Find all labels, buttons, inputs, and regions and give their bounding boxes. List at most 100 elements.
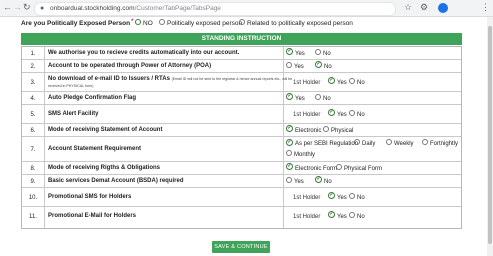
radio-checked-icon[interactable]: ✓	[286, 93, 293, 101]
option-label: Yes	[294, 63, 304, 70]
extensions-icon[interactable]: ⚙	[420, 2, 428, 13]
option-electronic[interactable]: ✓ Electronic	[286, 125, 322, 136]
option-label: No	[357, 79, 365, 86]
instruction-row: 8. Mode of receiving Rigths & Obligations…	[22, 162, 461, 175]
option-as-per-sebi-regulation[interactable]: ✓ As per SEBI Regulation	[286, 138, 358, 149]
radio-selected-icon[interactable]	[135, 19, 141, 26]
option-label: Electronic Form	[295, 165, 338, 172]
radio-icon[interactable]	[159, 19, 165, 26]
option-no[interactable]: No	[349, 192, 365, 203]
radio-icon[interactable]	[354, 139, 360, 146]
option-no[interactable]: ✓ No	[315, 61, 332, 72]
row-label-text: Mode of receiving Rigths & Obligations	[48, 165, 161, 171]
row-label: Mode of receiving Statement of Account	[48, 127, 298, 134]
save-and-continue-button[interactable]: SAVE & CONTINUE	[212, 241, 270, 253]
pep-option-no-label: NO	[143, 20, 153, 27]
option-yes[interactable]: ✓ Yes	[286, 93, 305, 104]
option-physical-form[interactable]: Physical Form	[336, 163, 382, 174]
radio-checked-icon[interactable]: ✓	[328, 77, 335, 85]
option-yes[interactable]: ✓ Yes	[328, 109, 347, 120]
option-no[interactable]: No	[349, 211, 365, 222]
row-number: 8.	[30, 165, 36, 172]
option-no[interactable]: No	[349, 77, 365, 88]
pep-option-related[interactable]: Related to politically exposed person	[239, 19, 353, 29]
radio-checked-icon[interactable]: ✓	[286, 48, 293, 56]
radio-icon[interactable]	[349, 109, 355, 116]
row-number: 5.	[30, 111, 36, 118]
option-label: No	[357, 213, 365, 220]
instruction-row: 1. We authorise you to recieve credits au…	[22, 47, 461, 60]
radio-checked-icon[interactable]: ✓	[328, 109, 335, 117]
option-yes[interactable]: ✓ Yes	[328, 77, 347, 88]
radio-checked-icon[interactable]: ✓	[286, 163, 293, 171]
option-physical[interactable]: Physical	[323, 125, 353, 136]
forward-arrow-icon[interactable]: →	[13, 2, 22, 13]
reload-icon[interactable]: ↻	[23, 2, 31, 13]
option-label: No	[324, 178, 332, 185]
row-label-text: Basic services Demat Account (BSDA) requ…	[48, 178, 184, 184]
back-arrow-icon[interactable]: ←	[3, 2, 12, 13]
option-no[interactable]: No	[315, 48, 331, 59]
row-label: Promotional E-Mail for Holders	[48, 213, 298, 220]
radio-checked-icon[interactable]: ✓	[315, 176, 322, 184]
radio-checked-icon[interactable]: ✓	[286, 138, 293, 146]
option-yes[interactable]: Yes	[286, 61, 304, 72]
instruction-row: 4. Auto Pledge Confirmation Flag ✓ Yes No	[22, 92, 461, 105]
profile-avatar-icon[interactable]	[438, 3, 448, 13]
option-label: No	[357, 111, 365, 118]
radio-icon[interactable]	[323, 125, 329, 132]
row-number: 7.	[30, 146, 36, 153]
scrollbar-thumb[interactable]	[488, 26, 492, 244]
instruction-row: 3. No download of e-mail ID to Issuers / …	[22, 73, 461, 92]
pep-option-politically-exposed[interactable]: Politically exposed person	[159, 19, 242, 29]
url-path: /CustomerTabPage/TabsPage	[134, 5, 221, 12]
option-no[interactable]: ✓ No	[315, 176, 332, 187]
radio-icon[interactable]	[349, 77, 355, 84]
radio-icon[interactable]	[286, 61, 292, 68]
instruction-row: 2. Account to be operated through Power o…	[22, 60, 461, 73]
radio-checked-icon[interactable]: ✓	[328, 192, 335, 200]
row-number: 2.	[30, 63, 36, 70]
radio-icon[interactable]	[239, 19, 245, 26]
option-yes[interactable]: ✓ Yes	[328, 211, 347, 222]
option-fortnightly[interactable]: Fortnightly	[422, 139, 458, 149]
pep-question-label: Are you Politically Exposed Person*	[21, 19, 133, 29]
radio-icon[interactable]	[349, 211, 355, 218]
row-label-text: Promotional SMS for Holders	[48, 194, 132, 200]
option-label: Electronic	[295, 127, 322, 134]
option-yes[interactable]: ✓ Yes	[286, 48, 305, 59]
instruction-row: 7. Account Statement Requirement ✓ As per S…	[22, 137, 461, 162]
radio-icon[interactable]	[286, 176, 292, 183]
menu-kebab-icon[interactable]: ⋮	[481, 2, 490, 13]
option-no[interactable]: No	[315, 93, 331, 104]
holder-label: 1st Holder	[293, 111, 321, 118]
option-daily[interactable]: Daily	[354, 139, 375, 149]
instruction-row: 10. Promotional SMS for Holders 1st Holder…	[22, 188, 461, 207]
radio-checked-icon[interactable]: ✓	[286, 125, 293, 133]
option-electronic-form[interactable]: ✓ Electronic Form	[286, 163, 338, 174]
option-label: Daily	[362, 141, 376, 147]
option-yes[interactable]: Yes	[286, 176, 304, 187]
radio-icon[interactable]	[315, 93, 321, 100]
option-no[interactable]: No	[349, 109, 365, 120]
row-label: Basic services Demat Account (BSDA) requ…	[48, 178, 298, 185]
option-monthly[interactable]: Monthly	[286, 150, 315, 160]
option-label: Monthly	[294, 152, 316, 158]
option-yes[interactable]: ✓ Yes	[328, 192, 347, 203]
radio-icon[interactable]	[336, 163, 342, 170]
row-number: 6.	[30, 127, 36, 134]
radio-icon[interactable]	[349, 192, 355, 199]
bookmark-star-icon[interactable]: ☆	[404, 2, 412, 13]
option-label: No	[323, 95, 331, 102]
address-bar[interactable]: ● onboardual.stockholding.com/CustomerTa…	[34, 2, 396, 16]
option-weekly[interactable]: Weekly	[386, 139, 414, 149]
radio-icon[interactable]	[286, 150, 292, 157]
radio-checked-icon[interactable]: ✓	[315, 61, 322, 69]
radio-icon[interactable]	[386, 139, 392, 146]
pep-option-no[interactable]: NO	[135, 19, 153, 29]
row-label: We authorise you to recieve credits auto…	[48, 50, 298, 57]
radio-icon[interactable]	[422, 139, 428, 146]
radio-checked-icon[interactable]: ✓	[328, 211, 335, 219]
radio-icon[interactable]	[315, 48, 321, 55]
row-number: 4.	[30, 95, 36, 102]
